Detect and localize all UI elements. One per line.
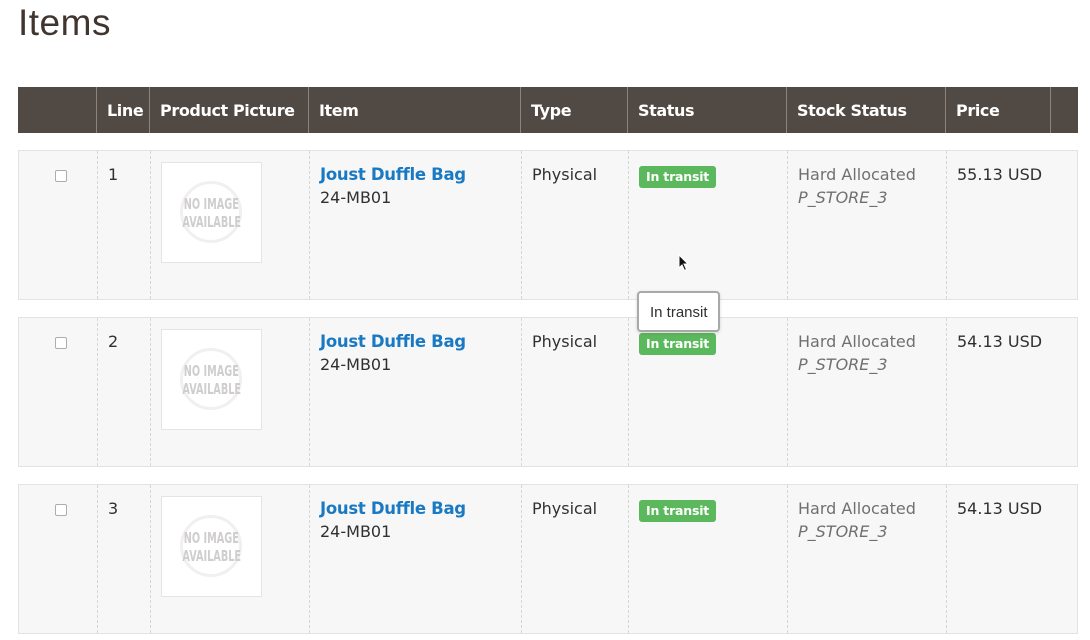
no-image-placeholder-icon: NO IMAGE AVAILABLE: [161, 329, 262, 430]
row-checkbox[interactable]: [55, 337, 67, 349]
table-row: 3 NO IMAGE AVAILABLE Joust Duffle Bag 24…: [18, 484, 1078, 634]
item-cell: Joust Duffle Bag 24-MB01: [310, 151, 522, 299]
stock-status: Hard Allocated: [798, 165, 916, 184]
item-cell: Joust Duffle Bag 24-MB01: [310, 485, 522, 633]
item-sku: 24-MB01: [320, 188, 392, 207]
stock-source: P_STORE_3: [798, 355, 888, 374]
select-cell: [19, 151, 98, 299]
header-product-picture[interactable]: Product Picture: [150, 87, 309, 133]
status-badge: In transit: [639, 166, 717, 188]
stock-source: P_STORE_3: [798, 188, 888, 207]
product-picture-cell: NO IMAGE AVAILABLE: [151, 318, 310, 466]
select-cell: [19, 318, 98, 466]
item-sku: 24-MB01: [320, 355, 392, 374]
type-cell: Physical: [522, 318, 629, 466]
line-number: 2: [98, 318, 151, 466]
table-row: 2 NO IMAGE AVAILABLE Joust Duffle Bag 24…: [18, 317, 1078, 467]
stock-status-cell: Hard Allocated P_STORE_3: [788, 318, 947, 466]
no-image-text: NO IMAGE: [183, 361, 240, 380]
status-cell: In transit: [629, 485, 788, 633]
price-cell: 55.13 USD: [957, 165, 1043, 184]
status-cell: In transit: [629, 151, 788, 299]
no-image-text: NO IMAGE: [183, 194, 240, 213]
price-cell: 54.13 USD: [957, 499, 1043, 518]
header-line[interactable]: Line: [97, 87, 150, 133]
header-type[interactable]: Type: [521, 87, 628, 133]
stock-status-cell: Hard Allocated P_STORE_3: [788, 151, 947, 299]
stock-status: Hard Allocated: [798, 499, 916, 518]
table-row: 1 NO IMAGE AVAILABLE Joust Duffle Bag 24…: [18, 150, 1078, 300]
header-select: [18, 87, 97, 133]
product-picture-cell: NO IMAGE AVAILABLE: [151, 151, 310, 299]
product-picture-cell: NO IMAGE AVAILABLE: [151, 485, 310, 633]
line-number: 1: [98, 151, 151, 299]
row-checkbox[interactable]: [55, 504, 67, 516]
status-badge: In transit: [639, 500, 717, 522]
header-status[interactable]: Status: [628, 87, 787, 133]
select-cell: [19, 485, 98, 633]
header-price[interactable]: Price: [946, 87, 1051, 133]
status-badge: In transit: [639, 333, 717, 355]
no-image-placeholder-icon: NO IMAGE AVAILABLE: [161, 162, 262, 263]
stock-status-cell: Hard Allocated P_STORE_3: [788, 485, 947, 633]
item-sku: 24-MB01: [320, 522, 392, 541]
no-image-placeholder-icon: NO IMAGE AVAILABLE: [161, 496, 262, 597]
mouse-pointer-icon: [678, 254, 690, 272]
line-number: 3: [98, 485, 151, 633]
item-cell: Joust Duffle Bag 24-MB01: [310, 318, 522, 466]
no-image-text: AVAILABLE: [182, 379, 241, 398]
table-header: Line Product Picture Item Type Status St…: [18, 87, 1078, 133]
status-tooltip: In transit: [637, 291, 720, 332]
header-stock-status[interactable]: Stock Status: [787, 87, 946, 133]
header-item[interactable]: Item: [309, 87, 521, 133]
no-image-text: AVAILABLE: [182, 546, 241, 565]
item-name-link[interactable]: Joust Duffle Bag: [320, 332, 521, 351]
items-table: Line Product Picture Item Type Status St…: [18, 87, 1078, 634]
type-cell: Physical: [522, 151, 629, 299]
price-cell: 54.13 USD: [957, 332, 1043, 351]
type-cell: Physical: [522, 485, 629, 633]
no-image-text: NO IMAGE: [183, 528, 240, 547]
item-name-link[interactable]: Joust Duffle Bag: [320, 499, 521, 518]
status-cell: In transit: [629, 318, 788, 466]
stock-source: P_STORE_3: [798, 522, 888, 541]
stock-status: Hard Allocated: [798, 332, 916, 351]
row-checkbox[interactable]: [55, 170, 67, 182]
item-name-link[interactable]: Joust Duffle Bag: [320, 165, 521, 184]
no-image-text: AVAILABLE: [182, 212, 241, 231]
header-extra: [1051, 87, 1078, 133]
page-title: Items: [18, 2, 111, 43]
